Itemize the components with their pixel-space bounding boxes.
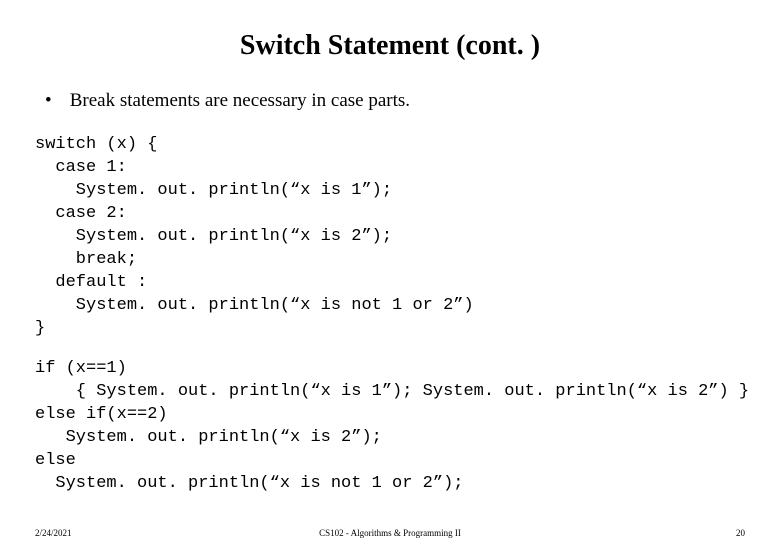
footer-page-number: 20 [736, 528, 745, 538]
bullet-item: • Break statements are necessary in case… [45, 90, 745, 112]
slide-title: Switch Statement (cont. ) [35, 30, 745, 62]
bullet-text: Break statements are necessary in case p… [70, 90, 410, 111]
code-block-if: if (x==1) { System. out. println(“x is 1… [35, 358, 745, 496]
code-block-switch: switch (x) { case 1: System. out. printl… [35, 134, 745, 340]
footer-course: CS102 - Algorithms & Programming II [319, 528, 461, 538]
bullet-marker: • [45, 90, 65, 112]
footer-date: 2/24/2021 [35, 528, 72, 538]
